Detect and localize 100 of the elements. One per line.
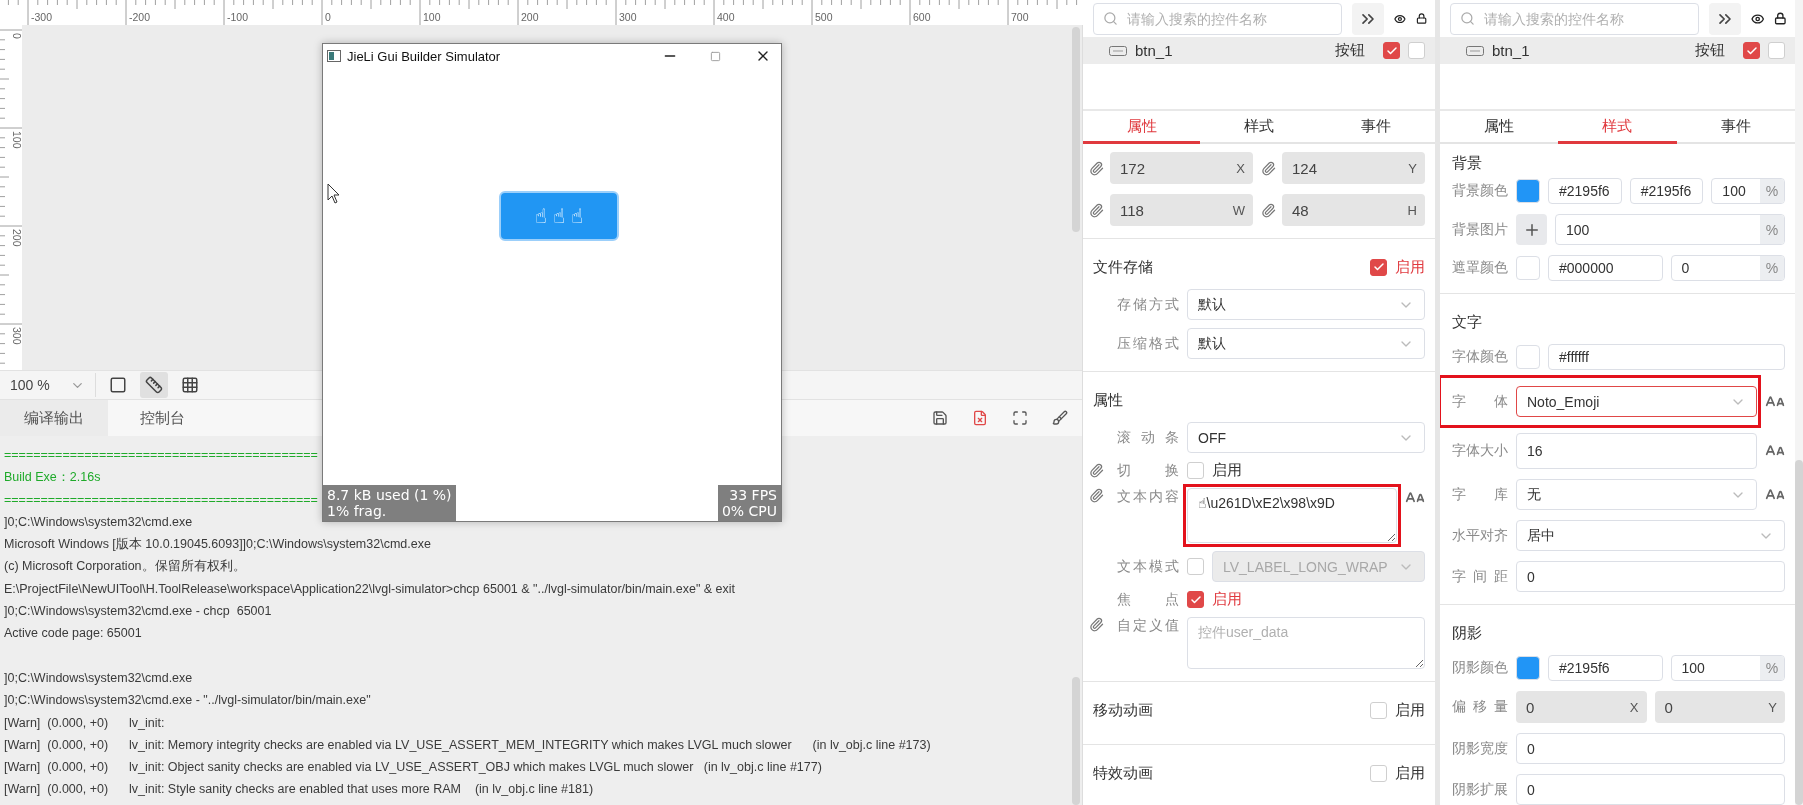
text-field[interactable]: #000000 (1548, 255, 1663, 281)
dropdown[interactable]: Noto_Emoji (1516, 386, 1757, 417)
scrollbar-thumb[interactable] (1795, 460, 1803, 805)
console-line: [Warn] (0.000, +0) lv_init: Style sanity checks are enabled that uses more RAM (in lv_obj.c line #181) (4, 781, 594, 799)
text-area[interactable]: 控件user_data (1187, 617, 1425, 669)
coordinate-field[interactable]: 172 X (1110, 152, 1253, 184)
ruler-label: 300 (619, 11, 637, 23)
paperclip-icon[interactable] (1089, 463, 1104, 478)
section-title: 特效动画 (1092, 763, 1153, 783)
field-label: 焦点 (1116, 590, 1179, 609)
text-field[interactable]: 0 (1516, 733, 1785, 764)
field-label: 字库 (1451, 485, 1508, 504)
color-swatch[interactable] (1516, 256, 1540, 280)
brush-icon[interactable] (1052, 410, 1068, 426)
unit-label: % (1760, 656, 1784, 680)
text-field[interactable]: #2195f6 (1548, 655, 1663, 681)
document-icon[interactable] (972, 410, 988, 426)
unit-label: % (1760, 179, 1784, 203)
section-title: 文字 (1451, 312, 1482, 332)
console-line: Build Exe：2.16s (4, 469, 101, 487)
console-line: E:\ProjectFile\NewUITool\H.ToolRelease\workspace\Application22\lvgl-simulator>chcp 65001 & "../lvgl-simulator/bin/main.exe" & exit (4, 580, 736, 598)
ruler-label: 100 (423, 11, 441, 23)
checkbox[interactable] (1370, 258, 1387, 276)
fullscreen-icon[interactable] (1012, 410, 1028, 426)
coordinate-field[interactable]: 124 Y (1282, 152, 1425, 184)
tree-item[interactable]: btn_1 按钮 (1440, 37, 1795, 64)
check-icon (1385, 44, 1398, 57)
tab[interactable]: 属性 (1440, 111, 1559, 144)
text-field[interactable]: 100 % (1555, 214, 1785, 245)
ruler-icon (145, 376, 163, 394)
text-field[interactable]: 0 (1516, 774, 1785, 805)
expand-button[interactable] (1709, 2, 1741, 35)
text-field[interactable]: #2195f6 (1629, 178, 1704, 204)
console-line: (c) Microsoft Corporation。保留所有权利。 (4, 558, 246, 576)
zoom-select[interactable]: 100 % (10, 373, 96, 397)
text-field[interactable]: 100 % (1711, 178, 1785, 204)
field-label: 字体 (1451, 392, 1508, 411)
checkbox[interactable] (1187, 591, 1204, 608)
axis-label: X (1236, 160, 1245, 176)
console-line: Microsoft Windows [版本 10.0.19045.6093]]0;C:\Windows\system32\cmd.exe (4, 536, 431, 554)
dropdown[interactable]: 无 (1516, 479, 1757, 510)
tab[interactable]: 事件 (1676, 111, 1795, 144)
section-title: 文件存储 (1092, 257, 1153, 277)
scrollbar-thumb[interactable] (1072, 677, 1080, 805)
text-area[interactable]: ☝\u261D\xE2\x98\x9D (1187, 488, 1397, 543)
dropdown[interactable]: 居中 (1516, 520, 1785, 551)
tab[interactable]: 样式 (1200, 111, 1318, 144)
grid-icon (181, 376, 199, 394)
tab[interactable]: 事件 (1317, 111, 1435, 144)
paperclip-icon[interactable] (1261, 202, 1276, 218)
field-label: 背景颜色 (1451, 182, 1508, 200)
coordinate-field[interactable]: 0 Y (1654, 691, 1785, 723)
check-icon (1745, 44, 1758, 57)
checkbox[interactable] (1383, 42, 1400, 59)
search-field[interactable]: 请输入搜索的控件名称 (1450, 2, 1699, 35)
text-field[interactable]: 16 (1516, 433, 1757, 469)
color-swatch[interactable] (1516, 179, 1540, 203)
paperclip-icon[interactable] (1089, 202, 1104, 218)
coordinate-field[interactable]: 118 W (1110, 194, 1253, 226)
search-field[interactable]: 请输入搜索的控件名称 (1093, 2, 1342, 35)
paperclip-icon[interactable] (1089, 617, 1104, 632)
checkbox[interactable] (1743, 42, 1760, 59)
stats-text: 33 FPS (728, 487, 777, 503)
option-label: 启用 (1395, 257, 1425, 277)
section-title: 移动动画 (1092, 700, 1153, 720)
save-icon[interactable] (932, 410, 948, 426)
text-field[interactable]: 0 % (1670, 255, 1785, 281)
field-label: 偏移量 (1451, 698, 1508, 716)
ruler-label: 300 (11, 327, 22, 345)
dropdown[interactable]: OFF (1187, 422, 1425, 453)
field-label: 水平对齐 (1451, 526, 1508, 545)
coordinate-field[interactable]: 0 X (1516, 691, 1647, 723)
tab[interactable]: 样式 (1558, 111, 1677, 144)
section-title: 阴影 (1451, 623, 1482, 643)
lock-icon[interactable] (1415, 10, 1427, 27)
tab[interactable]: 控制台 (108, 400, 216, 436)
text-field[interactable]: #2195f6 (1548, 178, 1622, 204)
add-image-button[interactable] (1516, 214, 1547, 245)
dropdown[interactable]: 默认 (1187, 328, 1425, 359)
coordinate-field[interactable]: 48 H (1282, 194, 1425, 226)
tool-button[interactable] (140, 372, 168, 398)
check-icon (1372, 261, 1385, 273)
button-widget-icon (1109, 45, 1127, 56)
scrollbar-thumb[interactable] (1072, 27, 1080, 232)
text-field[interactable]: 0 (1516, 561, 1785, 592)
dropdown[interactable]: 默认 (1187, 289, 1425, 320)
tab[interactable]: 编译输出 (0, 400, 108, 436)
paperclip-icon[interactable] (1089, 488, 1104, 503)
text-field[interactable]: 100 % (1670, 655, 1785, 681)
tree-item[interactable]: btn_1 按钮 (1083, 37, 1435, 64)
axis-label: Y (1768, 699, 1777, 715)
tab[interactable]: 属性 (1083, 111, 1201, 144)
ruler-label: 500 (815, 11, 833, 23)
color-swatch[interactable] (1516, 345, 1540, 369)
lock-icon[interactable] (1774, 10, 1787, 27)
paperclip-icon[interactable] (1089, 160, 1104, 176)
text-field[interactable]: #ffffff (1548, 344, 1785, 370)
expand-button[interactable] (1352, 2, 1384, 35)
paperclip-icon[interactable] (1261, 160, 1276, 176)
color-swatch[interactable] (1516, 656, 1540, 680)
